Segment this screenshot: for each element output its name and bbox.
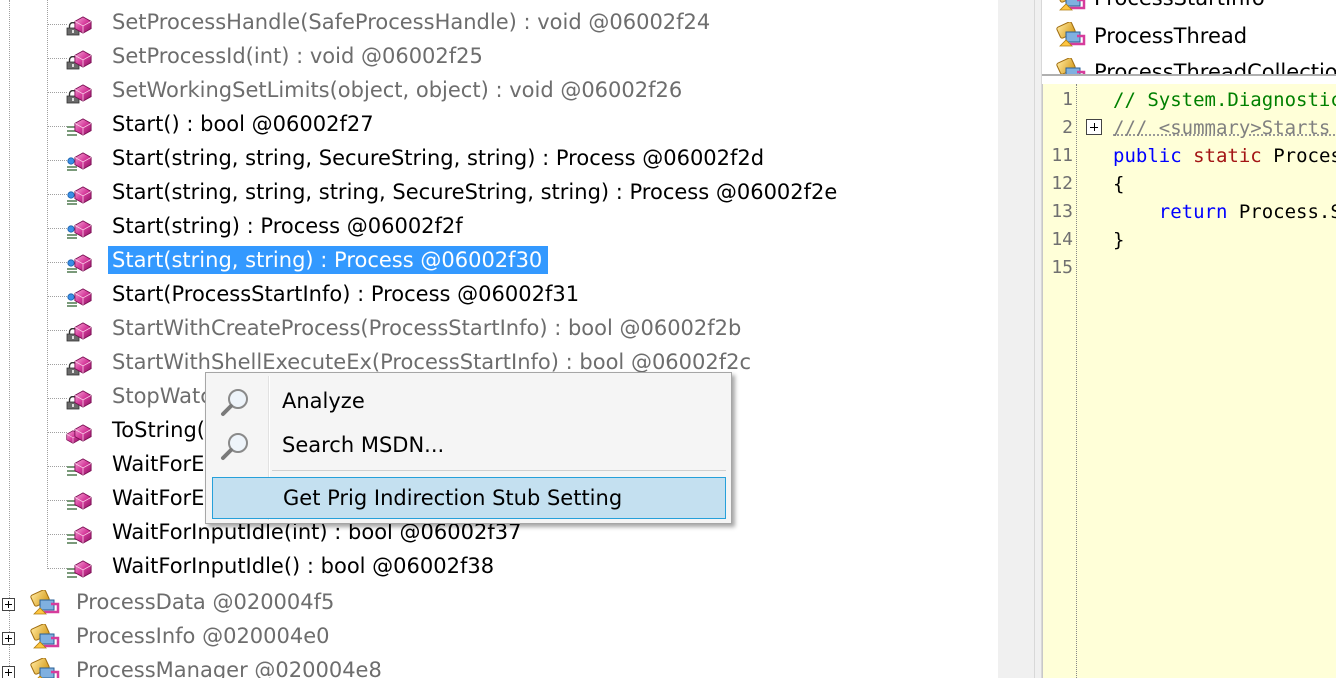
- static-method-icon: [66, 220, 92, 240]
- line-number: 12: [1051, 173, 1073, 194]
- right-tree-view[interactable]: ProcessStartInfo ProcessThread ProcessTh…: [1042, 0, 1336, 76]
- expand-icon[interactable]: [2, 598, 15, 611]
- tree-method-label: WaitForInputIdle() : bool @06002f38: [112, 554, 495, 578]
- tree-class-label: ProcessManager @020004e8: [76, 658, 382, 678]
- right-tree-row[interactable]: ProcessThread: [1042, 20, 1336, 54]
- tree-method-row[interactable]: Start(ProcessStartInfo) : Process @06002…: [0, 280, 998, 314]
- tree-method-row[interactable]: SetWorkingSetLimits(object, object) : vo…: [0, 76, 998, 110]
- line-number: 11: [1051, 145, 1073, 166]
- right-tree-label: ProcessThread: [1094, 24, 1248, 48]
- line-number: 1: [1062, 89, 1073, 110]
- line-number: 2: [1062, 117, 1073, 138]
- assembly-tree-view[interactable]: SetProcessHandle(SafeProcessHandle) : vo…: [0, 0, 998, 678]
- menu-item-label: Get Prig Indirection Stub Setting: [283, 486, 623, 510]
- internal-class-icon: [28, 624, 60, 650]
- internal-class-icon: [28, 590, 60, 616]
- tree-class-label: ProcessData @020004f5: [76, 590, 335, 614]
- tree-method-row[interactable]: StartWithCreateProcess(ProcessStartInfo)…: [0, 314, 998, 348]
- menu-item-get-prig-indirection-stub-setting[interactable]: Get Prig Indirection Stub Setting: [212, 477, 726, 519]
- override-method-icon: [66, 424, 92, 444]
- tree-method-label: SetWorkingSetLimits(object, object) : vo…: [112, 78, 683, 102]
- public-method-icon: [67, 118, 92, 136]
- code-line: /// <summary>Starts a process: [1113, 117, 1331, 139]
- code-line: {: [1113, 173, 1125, 195]
- menu-item-search-msdn[interactable]: Search MSDN...: [209, 425, 727, 465]
- context-menu[interactable]: Analyze Search MSDN... Get Prig Indirect…: [205, 372, 732, 524]
- right-tree-label: ProcessStartInfo: [1094, 0, 1265, 12]
- line-number: 13: [1051, 201, 1073, 222]
- expand-fold-icon[interactable]: [1086, 119, 1102, 135]
- tree-method-row[interactable]: SetProcessId(int) : void @06002f25: [0, 42, 998, 76]
- fold-margin-line: [1076, 84, 1077, 678]
- line-number: 15: [1051, 257, 1073, 278]
- tree-method-row[interactable]: Start(string) : Process @06002f2f: [0, 212, 998, 246]
- menu-item-label: Search MSDN...: [282, 433, 445, 457]
- public-method-icon: [67, 458, 92, 476]
- menu-item-label: Analyze: [282, 389, 365, 413]
- internal-class-icon: [28, 658, 60, 678]
- tree-method-row[interactable]: SetProcessHandle(SafeProcessHandle) : vo…: [0, 8, 998, 42]
- magnifier-icon: [221, 432, 249, 460]
- tree-method-row[interactable]: Start() : bool @06002f27: [0, 110, 998, 144]
- tree-class-row[interactable]: ProcessData @020004f5: [0, 586, 998, 620]
- tree-method-label: Start(string, string) : Process @06002f3…: [108, 246, 549, 274]
- pane-splitter[interactable]: [1034, 0, 1042, 678]
- magnifier-icon: [221, 388, 249, 416]
- line-number: 14: [1051, 229, 1073, 250]
- code-line: return Process.Start(new ProcessStartInf…: [1113, 198, 1336, 226]
- code-line: // System.Diagnostics.Process: [1113, 89, 1336, 111]
- tree-class-row[interactable]: ProcessManager @020004e8: [0, 654, 998, 678]
- right-tree-label: ProcessThreadCollection: [1094, 60, 1336, 76]
- public-method-icon: [67, 560, 92, 578]
- tree-method-label: Start(string) : Process @06002f2f: [112, 214, 463, 238]
- code-editor[interactable]: 1 2 11 12 13 14 15 // System.Diagnostics…: [1042, 84, 1336, 678]
- tree-method-label: SetProcessHandle(SafeProcessHandle) : vo…: [112, 10, 711, 34]
- tree-class-row[interactable]: ProcessInfo @020004e0: [0, 620, 998, 654]
- code-text: Process Start(string fileName, string ar…: [1273, 145, 1336, 167]
- tree-method-label: Start(string, string, SecureString, stri…: [112, 146, 765, 170]
- tree-method-label: Start(string, string, string, SecureStri…: [112, 180, 838, 204]
- code-keyword: public: [1113, 145, 1182, 167]
- tree-method-label: SetProcessId(int) : void @06002f25: [112, 44, 483, 68]
- tree-method-row[interactable]: WaitForInputIdle() : bool @06002f38: [0, 552, 998, 586]
- public-method-icon: [67, 526, 92, 544]
- static-method-icon: [66, 254, 92, 274]
- expand-icon[interactable]: [2, 666, 15, 678]
- tree-method-label: StartWithCreateProcess(ProcessStartInfo)…: [112, 316, 742, 340]
- code-line: }: [1113, 229, 1125, 251]
- tree-class-label: ProcessInfo @020004e0: [76, 624, 330, 648]
- tree-method-row[interactable]: Start(string, string, SecureString, stri…: [0, 144, 998, 178]
- public-method-icon: [67, 492, 92, 510]
- tree-method-label: Start() : bool @06002f27: [112, 112, 374, 136]
- menu-separator: [272, 470, 726, 471]
- tree-method-label: Start(ProcessStartInfo) : Process @06002…: [112, 282, 580, 306]
- line-number-gutter: 1 2 11 12 13 14 15: [1043, 84, 1073, 678]
- static-method-icon: [66, 288, 92, 308]
- class-icon: [1054, 0, 1086, 12]
- right-tree-row[interactable]: ProcessStartInfo: [1042, 0, 1336, 16]
- menu-item-analyze[interactable]: Analyze: [209, 381, 727, 421]
- code-text: Process.Start(new ProcessStartInfo(fileN…: [1238, 201, 1336, 223]
- private-method-icon: [66, 356, 92, 376]
- class-icon: [1054, 58, 1086, 74]
- code-line: public static Process Start(string fileN…: [1113, 142, 1336, 170]
- tree-method-row[interactable]: Start(string, string, string, SecureStri…: [0, 178, 998, 212]
- class-icon: [1054, 22, 1086, 48]
- right-tree-row[interactable]: ProcessThreadCollection: [1042, 56, 1336, 76]
- tree-method-row-selected[interactable]: Start(string, string) : Process @06002f3…: [0, 246, 998, 280]
- private-method-icon: [66, 16, 92, 36]
- vertical-scrollbar[interactable]: [998, 0, 1034, 678]
- static-method-icon: [66, 152, 92, 172]
- code-keyword: return: [1158, 201, 1228, 223]
- static-method-icon: [66, 186, 92, 206]
- private-method-icon: [66, 322, 92, 342]
- expand-icon[interactable]: [2, 632, 15, 645]
- code-keyword: static: [1193, 145, 1262, 167]
- private-method-icon: [66, 50, 92, 70]
- private-method-icon: [66, 390, 92, 410]
- private-method-icon: [66, 84, 92, 104]
